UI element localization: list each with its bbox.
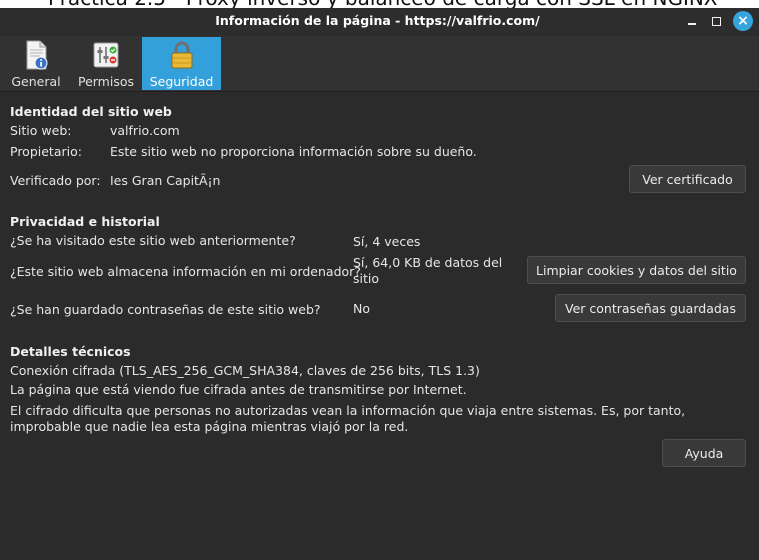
tab-general[interactable]: General — [4, 37, 68, 90]
window-title: Información de la página - https://valfr… — [215, 13, 540, 28]
maximize-icon — [711, 16, 721, 26]
site-label: Sitio web: — [10, 123, 72, 138]
passwords-answer: No — [353, 301, 370, 316]
storage-answer: Sí, 64,0 KB de datos del sitio — [353, 255, 503, 286]
passwords-question: ¿Se han guardado contraseñas de este sit… — [10, 302, 321, 317]
visited-answer: Sí, 4 veces — [353, 234, 421, 249]
clear-cookies-button[interactable]: Limpiar cookies y datos del sitio — [527, 256, 746, 284]
padlock-icon — [171, 41, 192, 69]
site-value: valfrio.com — [110, 123, 180, 138]
connection-details: Conexión cifrada (TLS_AES_256_GCM_SHA384… — [10, 363, 480, 378]
page-info-icon — [26, 40, 48, 70]
security-panel: Identidad del sitio web Sitio web: valfr… — [0, 92, 759, 560]
title-bar: Información de la página - https://valfr… — [0, 8, 759, 36]
identity-heading: Identidad del sitio web — [10, 104, 172, 119]
verified-value: Ies Gran CapitÃ¡n — [110, 173, 221, 188]
help-button[interactable]: Ayuda — [662, 439, 746, 467]
tab-permisos[interactable]: Permisos — [72, 37, 140, 90]
background-page-strip: – Práctica 2.5 - Proxy inverso y balance… — [0, 0, 759, 8]
visited-question: ¿Se ha visitado este sitio web anteriorm… — [10, 233, 296, 248]
privacy-heading: Privacidad e historial — [10, 214, 160, 229]
owner-value: Este sitio web no proporciona informació… — [110, 144, 477, 159]
tab-seguridad[interactable]: Seguridad — [142, 37, 221, 90]
storage-question: ¿Este sitio web almacena información en … — [10, 264, 361, 279]
verified-label: Verificado por: — [10, 173, 101, 188]
background-dash: – — [0, 0, 10, 8]
tab-toolbar: General Permisos Seguridad — [0, 36, 759, 92]
maximize-button[interactable] — [705, 10, 727, 32]
technical-heading: Detalles técnicos — [10, 344, 131, 359]
minimize-icon — [688, 23, 696, 25]
permissions-icon — [93, 42, 119, 68]
view-certificate-button[interactable]: Ver certificado — [629, 165, 746, 193]
close-button[interactable]: × — [733, 11, 753, 31]
minimize-button[interactable] — [681, 10, 703, 32]
background-page-title: Práctica 2.5 - Proxy inverso y balanceo … — [48, 0, 718, 8]
encryption-info-line1: La página que está viendo fue cifrada an… — [10, 382, 467, 397]
owner-label: Propietario: — [10, 144, 82, 159]
encryption-info-line2: El cifrado dificulta que personas no aut… — [10, 403, 686, 434]
view-passwords-button[interactable]: Ver contraseñas guardadas — [555, 294, 746, 322]
tab-general-label: General — [11, 74, 61, 89]
tab-permisos-label: Permisos — [77, 74, 135, 89]
tab-seguridad-label: Seguridad — [149, 74, 214, 89]
